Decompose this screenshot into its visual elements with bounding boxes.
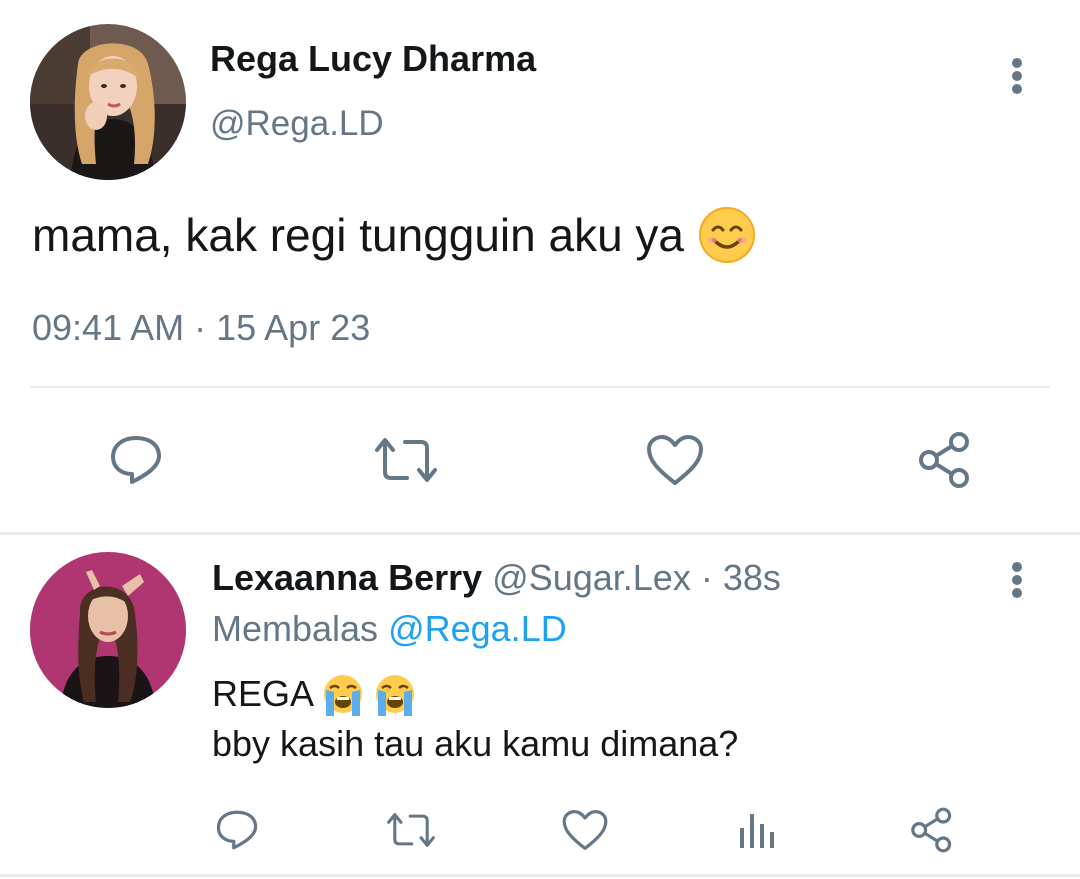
reply-analytics-button[interactable] [732, 806, 782, 854]
like-icon [562, 810, 608, 850]
reply-author-name[interactable]: Lexaanna Berry [212, 557, 482, 598]
divider [30, 386, 1050, 388]
author-handle[interactable]: @Rega.LD [210, 104, 384, 144]
reply-time: 38s [722, 557, 781, 598]
replying-to-mention[interactable]: @Rega.LD [388, 608, 567, 649]
retweet-icon [375, 438, 437, 482]
retweet-button[interactable] [368, 430, 444, 490]
smiling-face-emoji-icon [698, 206, 756, 264]
reply-icon [111, 436, 161, 484]
more-dot [1012, 575, 1022, 585]
tweet-timestamp: 09:41 AM · 15 Apr 23 [32, 307, 370, 349]
retweet-icon [387, 813, 435, 847]
tweet-detail-screen: Rega Lucy Dharma @Rega.LD mama, kak regi… [0, 0, 1080, 879]
divider [0, 874, 1080, 877]
reply-text-line: REGA [212, 672, 418, 716]
loudly-crying-face-emoji-icon [372, 672, 418, 716]
reply-retweet-button[interactable] [380, 806, 442, 854]
reply-share-button[interactable] [904, 804, 960, 856]
reply-like-button[interactable] [558, 806, 612, 854]
reply-author-handle[interactable]: @Sugar.Lex [492, 557, 691, 598]
tweet-date: 15 Apr 23 [216, 307, 371, 348]
more-dot [1012, 84, 1022, 94]
reply-more-options-button[interactable] [1002, 556, 1032, 604]
reply-icon [216, 810, 258, 850]
meta-separator: · [184, 307, 217, 348]
author-name[interactable]: Rega Lucy Dharma [210, 38, 536, 80]
like-button[interactable] [642, 430, 708, 490]
more-options-button[interactable] [1002, 52, 1032, 100]
reply-reply-button[interactable] [210, 806, 264, 854]
replying-to: Membalas @Rega.LD [212, 608, 567, 650]
like-icon [647, 435, 703, 485]
author-avatar[interactable] [30, 24, 186, 180]
share-button[interactable] [910, 428, 980, 492]
tweet-text: mama, kak regi tungguin aku ya [32, 206, 756, 264]
share-icon [911, 807, 952, 853]
reply-button[interactable] [100, 430, 172, 490]
reply-author-avatar[interactable] [30, 552, 186, 708]
more-dot [1012, 58, 1022, 68]
more-dot [1012, 562, 1022, 572]
more-dot [1012, 588, 1022, 598]
more-dot [1012, 71, 1022, 81]
tweet-text-content: mama, kak regi tungguin aku ya [32, 209, 685, 261]
reply-header: Lexaanna Berry @Sugar.Lex · 38s [212, 557, 781, 599]
reply-text-line2: bby kasih tau aku kamu dimana? [212, 723, 739, 764]
analytics-icon [740, 814, 774, 848]
divider [0, 532, 1080, 535]
reply-text-line1: REGA [212, 673, 315, 714]
replying-to-label: Membalas [212, 608, 379, 649]
share-icon [919, 432, 969, 488]
loudly-crying-face-emoji-icon [320, 672, 366, 716]
reply-separator: · [690, 557, 723, 598]
tweet-time: 09:41 AM [32, 307, 185, 348]
